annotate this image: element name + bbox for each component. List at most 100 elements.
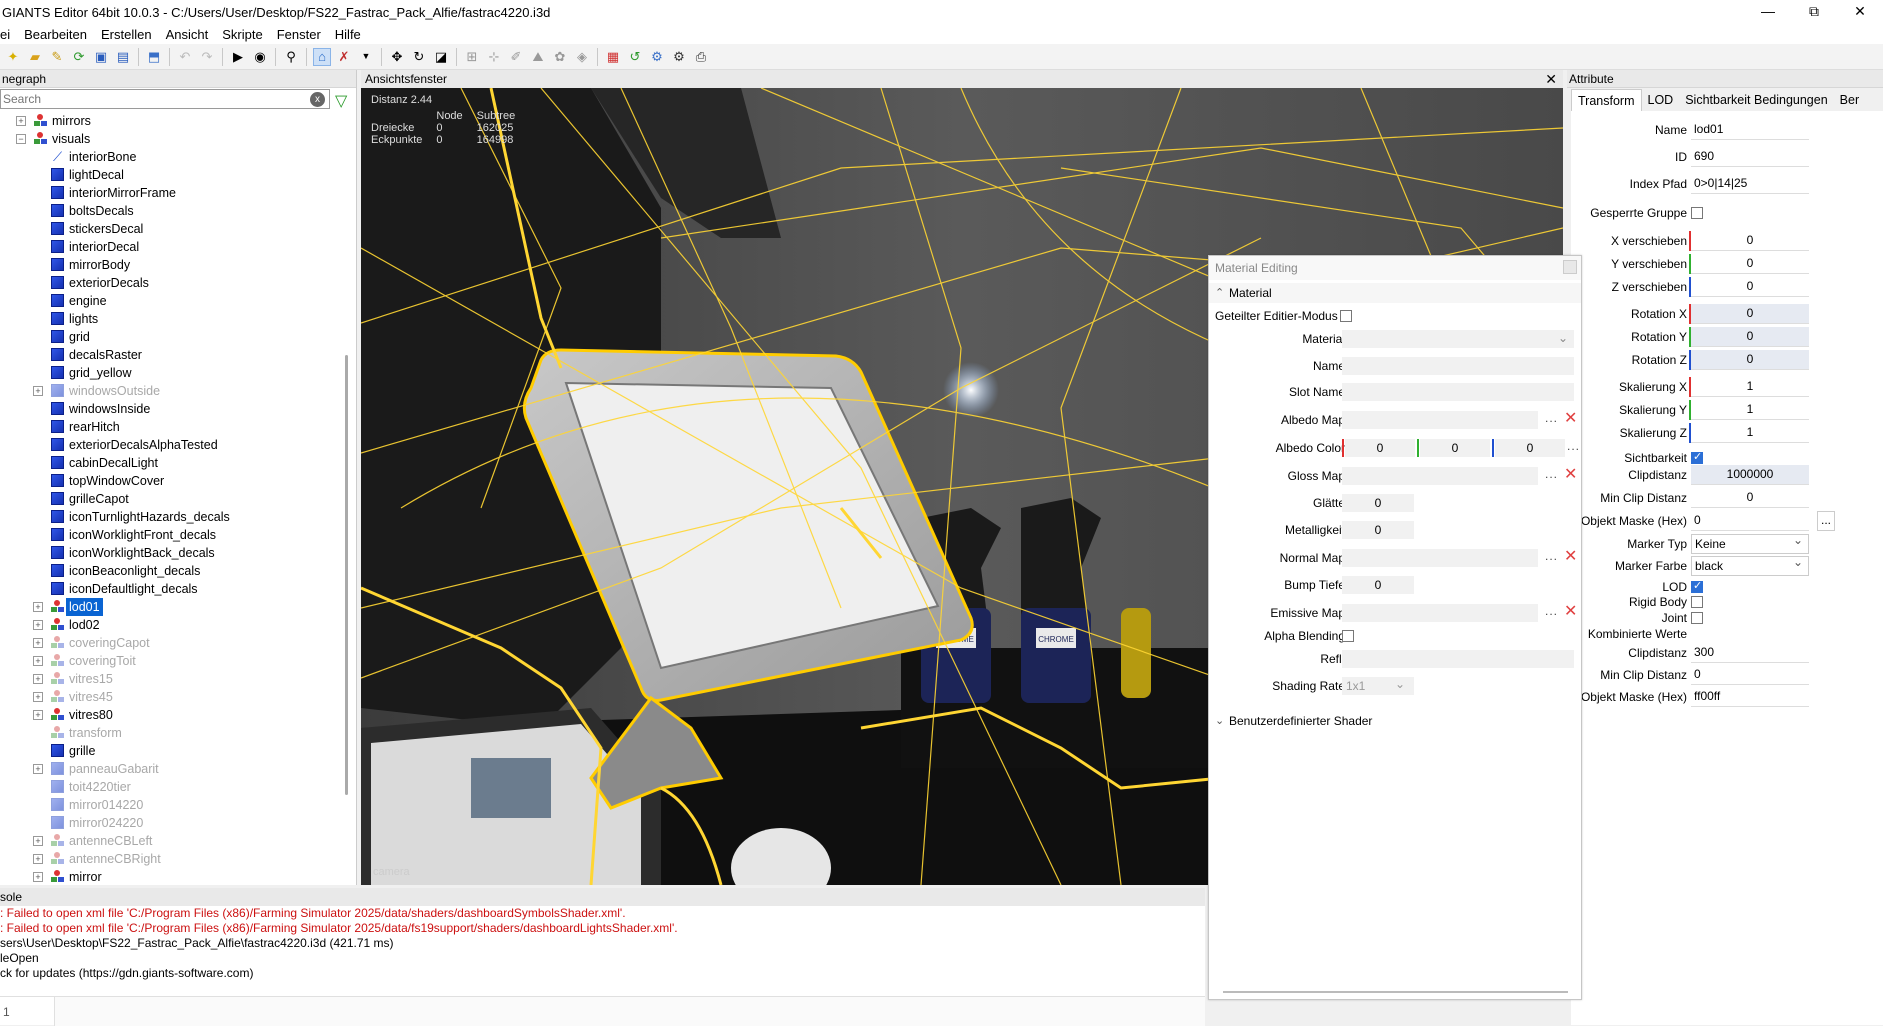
menu-view[interactable]: Ansicht	[159, 27, 216, 42]
tree-item[interactable]: engine	[0, 292, 345, 310]
object-mask-button[interactable]: ...	[1817, 511, 1835, 531]
alpha-blending-checkbox[interactable]	[1342, 630, 1354, 642]
search-input[interactable]	[0, 89, 330, 109]
albedo-map-browse-button[interactable]: ...	[1545, 411, 1558, 425]
import-icon[interactable]: ⬒	[145, 48, 163, 66]
expand-icon[interactable]: +	[33, 872, 43, 882]
tab-visibility-conditions[interactable]: Sichtbarkeit Bedingungen	[1679, 89, 1833, 111]
viewport-close-icon[interactable]: ✕	[1545, 70, 1557, 88]
emissive-map-field[interactable]	[1342, 604, 1538, 622]
close-button[interactable]: ✕	[1837, 0, 1883, 24]
expand-icon[interactable]: +	[33, 638, 43, 648]
expand-icon[interactable]: +	[33, 620, 43, 630]
tree-item[interactable]: + mirror	[0, 868, 345, 882]
menu-create[interactable]: Erstellen	[94, 27, 159, 42]
scenegraph-scrollbar[interactable]	[345, 355, 348, 795]
snap-icon[interactable]: ⊹	[485, 48, 503, 66]
expand-icon[interactable]: +	[33, 602, 43, 612]
scale-icon[interactable]: ◪	[432, 48, 450, 66]
material-name-field[interactable]	[1342, 357, 1574, 375]
tree-item[interactable]: grille	[0, 742, 345, 760]
tree-item[interactable]: iconTurnlightHazards_decals	[0, 508, 345, 526]
tree-item[interactable]: + vitres80	[0, 706, 345, 724]
minimize-button[interactable]: —	[1745, 0, 1791, 24]
save-as-icon[interactable]: ▤	[114, 48, 132, 66]
albedo-map-field[interactable]	[1342, 411, 1538, 429]
redo-icon[interactable]: ↷	[198, 48, 216, 66]
maximize-button[interactable]: ⧉	[1791, 0, 1837, 24]
edit-icon[interactable]: ✎	[48, 48, 66, 66]
translate-y-field[interactable]: 0	[1691, 254, 1809, 274]
expand-icon[interactable]: +	[16, 116, 26, 126]
albedo-map-clear-icon[interactable]: ✕	[1564, 409, 1577, 429]
foliage-icon[interactable]: ✿	[551, 48, 569, 66]
tree-item[interactable]: grid	[0, 328, 345, 346]
tree-item[interactable]: topWindowCover	[0, 472, 345, 490]
tree-item[interactable]: iconWorklightBack_decals	[0, 544, 345, 562]
tree-item[interactable]: grid_yellow	[0, 364, 345, 382]
slot-name-field[interactable]	[1342, 383, 1574, 401]
expand-icon[interactable]: +	[33, 764, 43, 774]
tree-item[interactable]: + coveringCapot	[0, 634, 345, 652]
select-mode-icon[interactable]: ✗	[335, 48, 353, 66]
tree-item[interactable]: ⟋ interiorBone	[0, 148, 345, 166]
clip-distance-field[interactable]: 1000000	[1691, 465, 1809, 485]
tree-item[interactable]: + antenneCBRight	[0, 850, 345, 868]
normal-map-browse-button[interactable]: ...	[1545, 549, 1558, 563]
tree-item[interactable]: iconWorklightFront_decals	[0, 526, 345, 544]
emissive-map-clear-icon[interactable]: ✕	[1564, 602, 1577, 622]
menu-file[interactable]: ei	[0, 27, 17, 42]
tree-item[interactable]: + antenneCBLeft	[0, 832, 345, 850]
tree-item[interactable]: + vitres15	[0, 670, 345, 688]
reflection-field[interactable]	[1342, 650, 1574, 668]
tree-item[interactable]: − visuals	[0, 130, 345, 148]
tree-item[interactable]: transform	[0, 724, 345, 742]
expand-icon[interactable]: +	[33, 710, 43, 720]
tab-transform[interactable]: Transform	[1571, 89, 1642, 111]
clear-search-icon[interactable]: x	[310, 92, 325, 107]
custom-shader-section-header[interactable]: ⌄ Benutzerdefinierter Shader	[1209, 711, 1581, 731]
tree-item[interactable]: + lod02	[0, 616, 345, 634]
smoothness-field[interactable]: 0	[1342, 494, 1414, 512]
search-icon[interactable]: ⚲	[282, 48, 300, 66]
move-icon[interactable]: ✥	[388, 48, 406, 66]
tree-item[interactable]: mirror024220	[0, 814, 345, 832]
translate-z-field[interactable]: 0	[1691, 277, 1809, 297]
marker-color-select[interactable]: black	[1691, 553, 1809, 576]
material-section-header[interactable]: ⌃ Material	[1209, 283, 1581, 303]
tree-item[interactable]: boltsDecals	[0, 202, 345, 220]
terrain-settings-icon[interactable]: ⚙	[670, 48, 688, 66]
tree-item[interactable]: + windowsOutside	[0, 382, 345, 400]
expand-icon[interactable]: +	[33, 674, 43, 684]
refresh-icon[interactable]: ⟳	[70, 48, 88, 66]
tree-item[interactable]: interiorDecal	[0, 238, 345, 256]
open-icon[interactable]: ▰	[26, 48, 44, 66]
tree-item[interactable]: interiorMirrorFrame	[0, 184, 345, 202]
tree-item[interactable]: exteriorDecals	[0, 274, 345, 292]
tree-item[interactable]: exteriorDecalsAlphaTested	[0, 436, 345, 454]
tree-item[interactable]: toit4220tier	[0, 778, 345, 796]
scale-z-field[interactable]: 1	[1691, 423, 1809, 443]
rotation-x-field[interactable]: 0	[1691, 304, 1809, 324]
marker-type-select[interactable]: Keine	[1691, 531, 1809, 554]
save-icon[interactable]: ▣	[92, 48, 110, 66]
new-icon[interactable]: ✦	[4, 48, 22, 66]
metallic-field[interactable]: 0	[1342, 521, 1414, 539]
min-clip-distance-field[interactable]: 0	[1691, 488, 1809, 508]
tree-item[interactable]: + lod01	[0, 598, 345, 616]
tree-item[interactable]: mirrorBody	[0, 256, 345, 274]
menu-help[interactable]: Hilfe	[328, 27, 368, 42]
cube-icon[interactable]: ◈	[573, 48, 591, 66]
terrain-icon[interactable]: ⛰	[529, 48, 547, 66]
tree-item[interactable]: lights	[0, 310, 345, 328]
albedo-color-r-field[interactable]: 0	[1345, 439, 1415, 457]
gloss-map-browse-button[interactable]: ...	[1545, 467, 1558, 481]
tree-item[interactable]: iconDefaultlight_decals	[0, 580, 345, 598]
expand-icon[interactable]: +	[33, 692, 43, 702]
tree-item[interactable]: lightDecal	[0, 166, 345, 184]
scale-y-field[interactable]: 1	[1691, 400, 1809, 420]
albedo-color-b-field[interactable]: 0	[1495, 439, 1565, 457]
expand-icon[interactable]: +	[33, 656, 43, 666]
rotation-z-field[interactable]: 0	[1691, 350, 1809, 370]
filter-icon[interactable]: ▽	[335, 91, 347, 111]
